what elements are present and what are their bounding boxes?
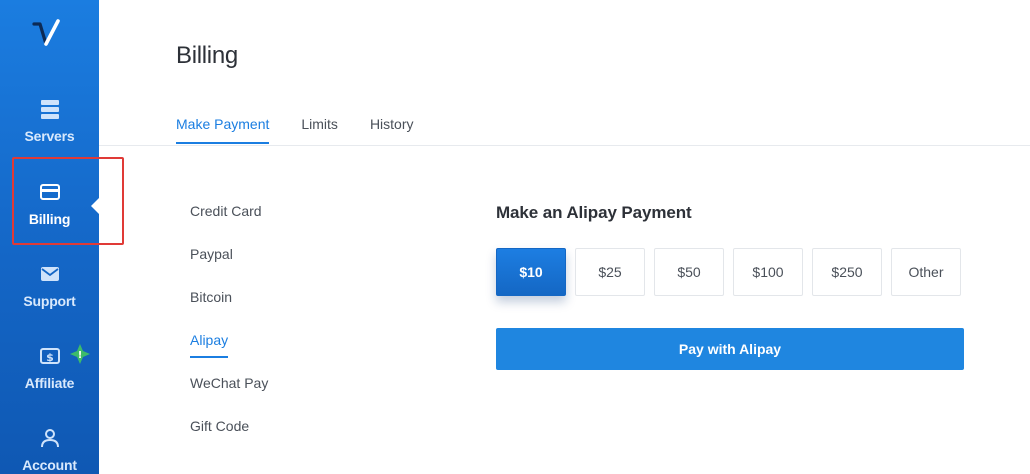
- payment-method-label: WeChat Pay: [190, 375, 269, 391]
- servers-icon: [40, 100, 59, 119]
- billing-tabs: Make Payment Limits History: [176, 116, 446, 144]
- amount-button-other[interactable]: Other: [891, 248, 961, 296]
- payment-method-label: Alipay: [190, 332, 229, 358]
- sidebar-item-label: Servers: [24, 128, 75, 144]
- sidebar-item-label: Support: [23, 293, 76, 309]
- user-icon: [40, 429, 59, 448]
- svg-text:!: !: [78, 350, 83, 361]
- active-nav-pointer: [91, 198, 99, 214]
- payment-method-alipay[interactable]: Alipay: [190, 332, 268, 375]
- affiliate-badge-icon: !: [70, 344, 90, 364]
- sidebar-item-label: Affiliate: [24, 375, 75, 391]
- payment-method-label: Credit Card: [190, 203, 262, 219]
- pay-with-alipay-button[interactable]: Pay with Alipay: [496, 328, 964, 370]
- amount-button-100[interactable]: $100: [733, 248, 803, 296]
- sidebar-item-support[interactable]: Support: [0, 257, 99, 327]
- svg-text:$: $: [46, 351, 54, 364]
- credit-card-icon: [39, 184, 60, 200]
- payment-method-bitcoin[interactable]: Bitcoin: [190, 289, 268, 332]
- sidebar-item-billing[interactable]: Billing: [0, 175, 99, 245]
- payment-method-label: Bitcoin: [190, 289, 233, 305]
- amount-button-50[interactable]: $50: [654, 248, 724, 296]
- sidebar-item-servers[interactable]: Servers: [0, 92, 99, 162]
- amount-button-250[interactable]: $250: [812, 248, 882, 296]
- sidebar: Servers Billing Support $ Affiliate ! Ac…: [0, 0, 99, 474]
- dollar-bill-icon: $: [39, 348, 60, 364]
- tab-make-payment[interactable]: Make Payment: [176, 116, 270, 144]
- envelope-icon: [40, 267, 59, 281]
- amount-button-25[interactable]: $25: [575, 248, 645, 296]
- payment-method-label: Paypal: [190, 246, 233, 262]
- tab-history[interactable]: History: [370, 116, 414, 144]
- payment-method-label: Gift Code: [190, 418, 250, 434]
- app-root: Servers Billing Support $ Affiliate ! Ac…: [0, 0, 1030, 474]
- payment-method-list: Credit Card Paypal Bitcoin Alipay WeChat…: [190, 203, 268, 461]
- amount-options: $10 $25 $50 $100 $250 Other: [496, 248, 970, 296]
- page-title: Billing: [176, 42, 238, 69]
- user-menu-icon[interactable]: ⋮: [1024, 58, 1030, 78]
- payment-method-gift-code[interactable]: Gift Code: [190, 418, 268, 461]
- sidebar-item-label: Billing: [28, 211, 71, 227]
- payment-method-paypal[interactable]: Paypal: [190, 246, 268, 289]
- payment-panel-title: Make an Alipay Payment: [496, 203, 692, 222]
- logo-icon[interactable]: [32, 18, 68, 52]
- sidebar-item-account[interactable]: Account: [0, 421, 99, 474]
- amount-button-10[interactable]: $10: [496, 248, 566, 296]
- payment-method-wechat-pay[interactable]: WeChat Pay: [190, 375, 268, 418]
- tab-limits[interactable]: Limits: [301, 116, 338, 144]
- sidebar-item-label: Account: [22, 457, 77, 473]
- payment-method-credit-card[interactable]: Credit Card: [190, 203, 268, 246]
- tabs-divider: [99, 145, 1030, 146]
